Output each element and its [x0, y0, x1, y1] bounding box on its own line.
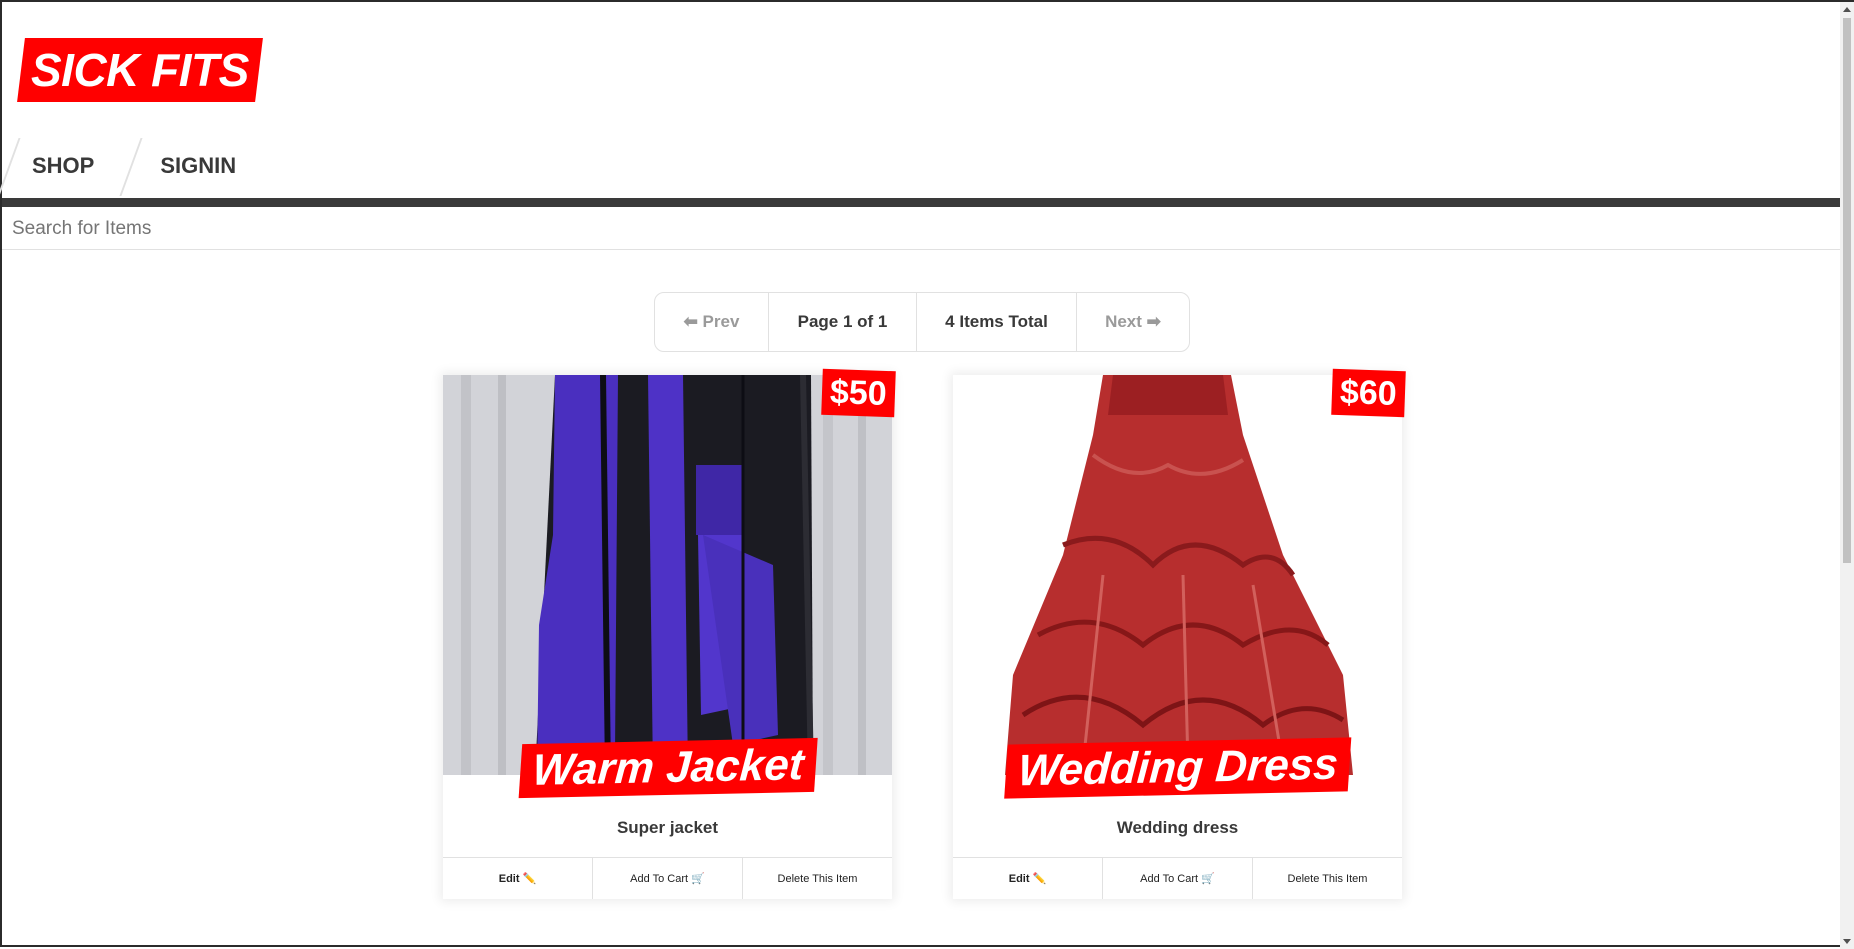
item-image-jacket[interactable] [443, 375, 892, 775]
item-buttons: Edit ✏️ Add To Cart 🛒 Delete This Item [953, 857, 1402, 899]
page-indicator: Page 1 of 1 [769, 293, 917, 351]
next-page-link[interactable]: Next ➡ [1077, 293, 1189, 351]
logo-text: SICK FITS [31, 44, 249, 96]
item-description: Wedding dress [1116, 818, 1239, 837]
jacket-image [443, 375, 892, 775]
price-tag: $60 [1331, 368, 1406, 418]
item-card: $60 Wedding Dress Wedding dress Edit ✏️ … [953, 368, 1406, 899]
pagination: ⬅ Prev Page 1 of 1 4 Items Total Next ➡ [654, 292, 1190, 352]
delete-item-button[interactable]: Delete This Item [743, 858, 892, 899]
scrollbar-thumb[interactable] [1843, 18, 1851, 563]
item-title-link[interactable]: Wedding Dress [1003, 737, 1352, 799]
items-total: 4 Items Total [917, 293, 1077, 351]
add-to-cart-button[interactable]: Add To Cart 🛒 [1103, 858, 1253, 899]
item-card: $50 Warm Jacket Super jacket Edit ✏️ Add… [443, 368, 896, 899]
scroll-down-icon[interactable] [1843, 939, 1851, 944]
item-buttons: Edit ✏️ Add To Cart 🛒 Delete This Item [443, 857, 892, 899]
search-input[interactable] [2, 208, 1842, 250]
add-to-cart-button[interactable]: Add To Cart 🛒 [593, 858, 743, 899]
vertical-scrollbar[interactable] [1840, 2, 1854, 949]
item-image-dress[interactable] [953, 375, 1402, 775]
nav-item-signin[interactable]: SIGNIN [130, 134, 272, 198]
item-description: Super jacket [616, 818, 719, 837]
scroll-up-icon[interactable] [1843, 7, 1851, 12]
price-tag: $50 [821, 368, 896, 418]
edit-button[interactable]: Edit ✏️ [953, 858, 1103, 899]
main-nav: SHOP SIGNIN [2, 134, 272, 198]
header-divider-bar [2, 198, 1842, 207]
prev-page-link[interactable]: ⬅ Prev [655, 293, 769, 351]
logo[interactable]: SICK FITS [17, 38, 263, 102]
nav-item-shop[interactable]: SHOP [2, 134, 130, 198]
delete-item-button[interactable]: Delete This Item [1253, 858, 1402, 899]
edit-button[interactable]: Edit ✏️ [443, 858, 593, 899]
item-title-link[interactable]: Warm Jacket [518, 737, 817, 799]
dress-image [953, 375, 1402, 775]
